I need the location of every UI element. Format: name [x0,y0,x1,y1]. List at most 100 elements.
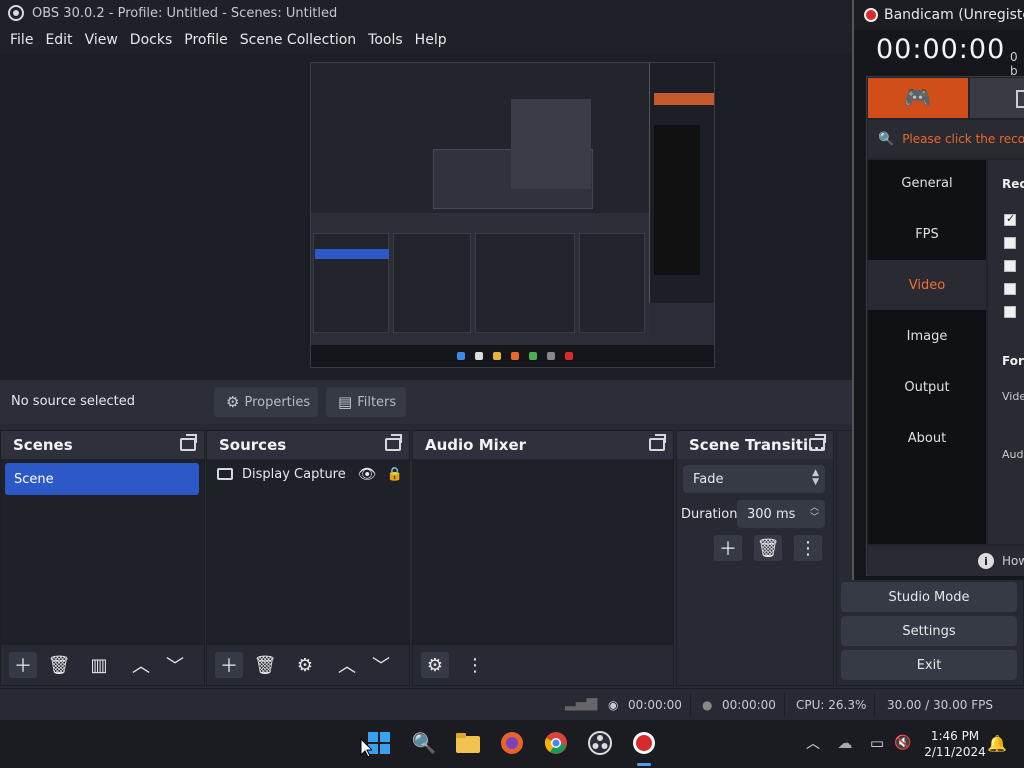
obs-app-icon[interactable] [587,730,613,756]
source-item[interactable]: Display Capture 👁 🔒 [217,465,403,483]
lock-icon[interactable]: 🔒 [387,467,403,482]
no-source-label: No source selected [11,394,135,409]
bandicam-nav-video[interactable]: Video [868,260,986,310]
bandicam-footer-text[interactable]: How [1002,554,1024,568]
properties-button[interactable]: ⚙ Properties [214,387,318,417]
preview-capture [310,62,715,368]
notification-bell-icon[interactable]: 🔔 [984,730,1010,756]
preview-mini-panel [313,233,389,333]
add-transition-button[interactable]: ＋ [714,535,742,561]
add-source-button[interactable]: ＋ [215,652,243,678]
gamepad-icon: 🎮 [904,85,932,111]
audio-settings-button[interactable]: ⚙ [421,652,449,678]
menu-help[interactable]: Help [409,28,453,52]
stream-icon: ◉ [608,698,619,712]
add-scene-button[interactable]: ＋ [9,652,37,678]
status-bar: ▂▄▆ ◉ 00:00:00 ● 00:00:00 CPU: 26.3% 30.… [0,688,1024,720]
settings-button[interactable]: Settings [841,616,1017,646]
undock-icon[interactable] [809,434,826,451]
preview-mini-icon [475,352,483,360]
checkbox[interactable] [1004,306,1016,318]
transition-menu-button[interactable]: ⋮ [794,535,822,561]
bandicam-game-tab[interactable]: 🎮 [868,78,968,118]
menu-scene-collection[interactable]: Scene Collection [234,28,362,52]
bandicam-nav-output[interactable]: Output [868,362,986,412]
bandicam-nav-about[interactable]: About [868,413,986,463]
display-icon[interactable]: ▭ [864,730,890,756]
preview-mini-taskbar [311,345,714,367]
network-icon[interactable]: ☁ [832,730,858,756]
chevron-up-icon[interactable]: ︿ [800,730,826,756]
remove-scene-button[interactable]: 🗑 [45,652,73,678]
menu-edit[interactable]: Edit [39,28,78,52]
move-scene-down-button[interactable]: ﹀ [161,652,189,678]
record-icon: ● [702,698,713,712]
undock-icon[interactable] [649,434,666,451]
exit-label: Exit [916,657,942,673]
filters-button[interactable]: ▤ Filters [326,387,406,417]
stream-time: 00:00:00 [628,698,682,712]
search-icon[interactable]: 🔍 [411,730,437,756]
source-properties-button[interactable]: ⚙ [291,652,319,678]
active-app-indicator [637,763,651,766]
exit-button[interactable]: Exit [841,650,1017,680]
menu-file[interactable]: File [4,28,39,52]
preview-area[interactable] [0,54,852,380]
preview-mini-icon [511,352,519,360]
plus-icon: ＋ [220,656,238,677]
checkbox[interactable] [1004,260,1016,272]
mouse-cursor-icon [360,738,372,758]
taskbar: 🔍 ︿ ☁ ▭ 🔇 1:46 PM 2/11/2024 🔔 [0,720,1024,768]
audio-mixer-body [413,459,673,645]
undock-icon[interactable] [180,434,197,451]
menu-view[interactable]: View [79,28,124,52]
preview-mini-selection [315,249,389,259]
menu-docks[interactable]: Docks [124,28,178,52]
gear-icon: ⚙ [296,654,314,676]
preview-mini-icon [547,352,555,360]
nav-label: About [907,430,947,446]
firefox-icon[interactable] [499,730,525,756]
bandicam-nav-fps[interactable]: FPS [868,209,986,259]
scene-item[interactable]: Scene [5,463,199,495]
scenes-title: Scenes [13,436,73,454]
bandicam-title: Bandicam (Unregistered) [884,7,1024,23]
transition-select[interactable]: Fade ▲ ▼ [683,465,825,493]
sources-dock-header: Sources [207,431,409,459]
source-item-label: Display Capture [242,466,346,482]
preview-mini-panels [311,213,649,343]
duration-label: Duration [681,507,738,522]
file-explorer-icon[interactable] [455,730,481,756]
chevron-up-icon: ︿ [132,656,150,677]
preview-mini-panel [475,233,575,333]
remove-source-button[interactable]: 🗑 [251,652,279,678]
preview-mini-icon [457,352,465,360]
move-scene-up-button[interactable]: ︿ [127,652,155,678]
transition-value: Fade [693,471,724,487]
menu-tools[interactable]: Tools [362,28,409,52]
updown-icon: ︿ ﹀ [809,503,819,523]
checkbox-checked[interactable]: ✓ [1004,212,1016,226]
checkbox[interactable] [1004,237,1016,249]
move-source-up-button[interactable]: ︿ [333,652,361,678]
scene-filters-button[interactable]: ▥ [85,652,113,678]
studio-mode-button[interactable]: Studio Mode [841,582,1017,612]
chrome-icon[interactable] [543,730,569,756]
eye-icon[interactable]: 👁 [358,465,377,483]
properties-label: Properties [244,394,311,410]
bandicam-screen-tab[interactable] [970,78,1024,118]
checkbox[interactable] [1004,283,1016,295]
menu-profile[interactable]: Profile [178,28,234,52]
remove-transition-button[interactable]: 🗑 [754,535,782,561]
undock-icon[interactable] [385,434,402,451]
speaker-muted-icon[interactable]: 🔇 [890,730,916,756]
audio-mixer-title: Audio Mixer [425,436,527,454]
preview-mini-window-2 [511,99,591,189]
bandicam-nav-general[interactable]: General [868,158,986,208]
taskbar-clock[interactable]: 1:46 PM 2/11/2024 [920,728,990,760]
duration-input[interactable]: 300 ms ︿ ﹀ [737,500,825,528]
bandicam-app-icon[interactable] [631,730,657,756]
move-source-down-button[interactable]: ﹀ [367,652,395,678]
audio-menu-button[interactable]: ⋮ [461,652,489,678]
bandicam-nav-image[interactable]: Image [868,311,986,361]
